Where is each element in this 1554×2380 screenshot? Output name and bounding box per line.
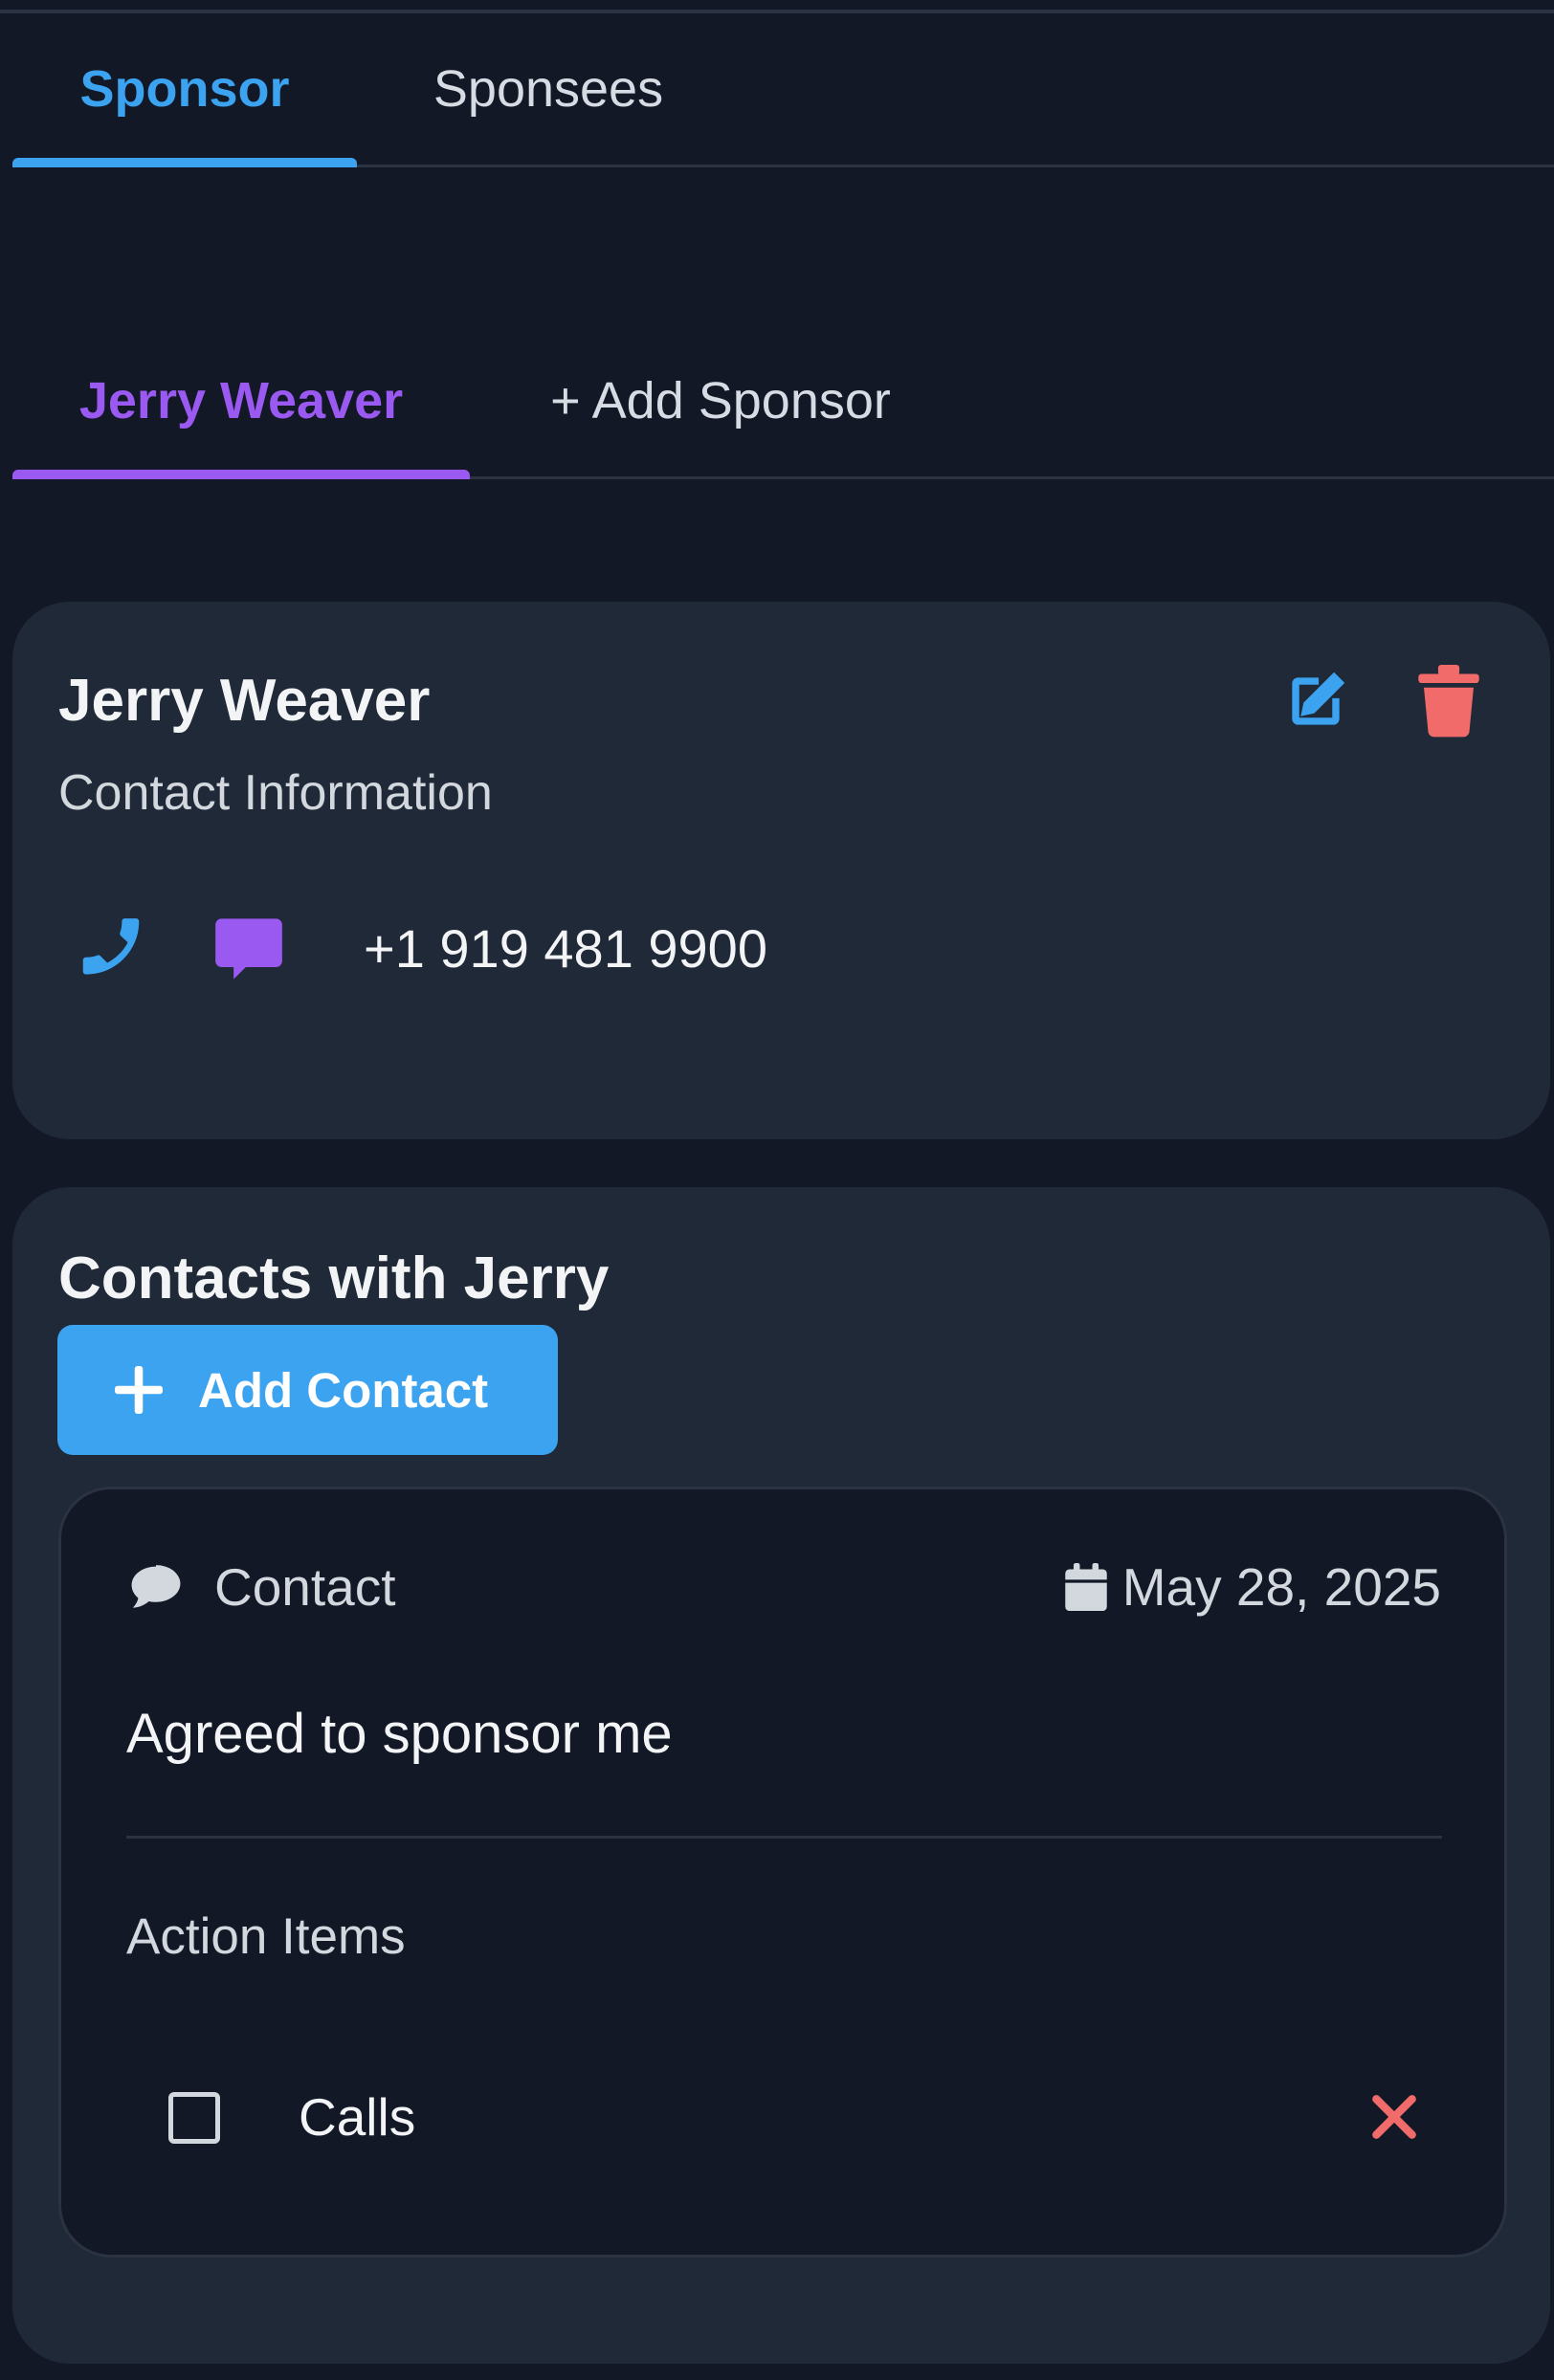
contact-entry-type: Contact xyxy=(126,1556,396,1618)
sponsor-tabs: Jerry Weaver + Add Sponsor xyxy=(12,325,1554,479)
contact-entry-date: May 28, 2025 xyxy=(1064,1556,1441,1618)
sponsor-phone-number[interactable]: +1 919 481 9900 xyxy=(364,917,767,980)
comment-icon xyxy=(131,1565,181,1608)
contact-entry: Contact May 28, 2025 Agreed to sponsor m… xyxy=(58,1487,1507,2258)
tab-sponsor-label: Sponsor xyxy=(79,60,290,118)
contact-entry-date-label: May 28, 2025 xyxy=(1121,1557,1441,1617)
message-button[interactable] xyxy=(206,906,292,992)
tab-active-indicator xyxy=(12,158,357,167)
plus-icon xyxy=(110,1361,167,1419)
message-icon xyxy=(215,918,282,980)
sponsor-tab-active-indicator xyxy=(12,470,470,479)
tab-add-sponsor[interactable]: + Add Sponsor xyxy=(500,325,941,476)
tab-sponsor[interactable]: Sponsor xyxy=(12,13,357,165)
sponsor-name: Jerry Weaver xyxy=(58,668,431,734)
delete-button[interactable] xyxy=(1415,663,1482,739)
contact-info-heading: Contact Information xyxy=(58,765,493,821)
edit-button[interactable] xyxy=(1277,663,1354,739)
action-items-heading: Action Items xyxy=(126,1908,406,1965)
call-button[interactable] xyxy=(68,903,154,989)
tab-sponsor-jerry-weaver[interactable]: Jerry Weaver xyxy=(12,325,470,476)
tab-sponsees-label: Sponsees xyxy=(433,60,664,118)
remove-action-item-button[interactable] xyxy=(1367,2090,1421,2144)
phone-icon xyxy=(82,918,140,975)
contact-entry-type-label: Contact xyxy=(214,1557,396,1617)
page: Sponsor Sponsees Jerry Weaver + Add Spon… xyxy=(0,0,1554,2380)
tab-sponsor-name-label: Jerry Weaver xyxy=(78,372,404,430)
tab-sponsees[interactable]: Sponsees xyxy=(386,13,711,165)
action-item-checkbox[interactable] xyxy=(168,2092,220,2144)
action-item-label: Calls xyxy=(299,2087,416,2147)
calendar-icon xyxy=(1064,1563,1107,1611)
main-tabs: Sponsor Sponsees xyxy=(12,13,1554,167)
add-contact-button[interactable]: Add Contact xyxy=(57,1325,558,1455)
trash-icon xyxy=(1418,665,1479,738)
contacts-card: Contacts with Jerry Add Contact Contact xyxy=(12,1187,1550,2364)
add-contact-label: Add Contact xyxy=(198,1362,489,1418)
edit-icon xyxy=(1292,672,1345,725)
contacts-heading: Contacts with Jerry xyxy=(58,1245,610,1311)
sponsor-card: Jerry Weaver Contact Information +1 919 … xyxy=(12,602,1550,1139)
action-item: Calls xyxy=(126,2073,1442,2169)
entry-divider xyxy=(126,1836,1442,1839)
close-icon xyxy=(1372,2095,1416,2139)
tab-add-sponsor-label: + Add Sponsor xyxy=(550,372,891,430)
contact-entry-note: Agreed to sponsor me xyxy=(126,1703,673,1765)
